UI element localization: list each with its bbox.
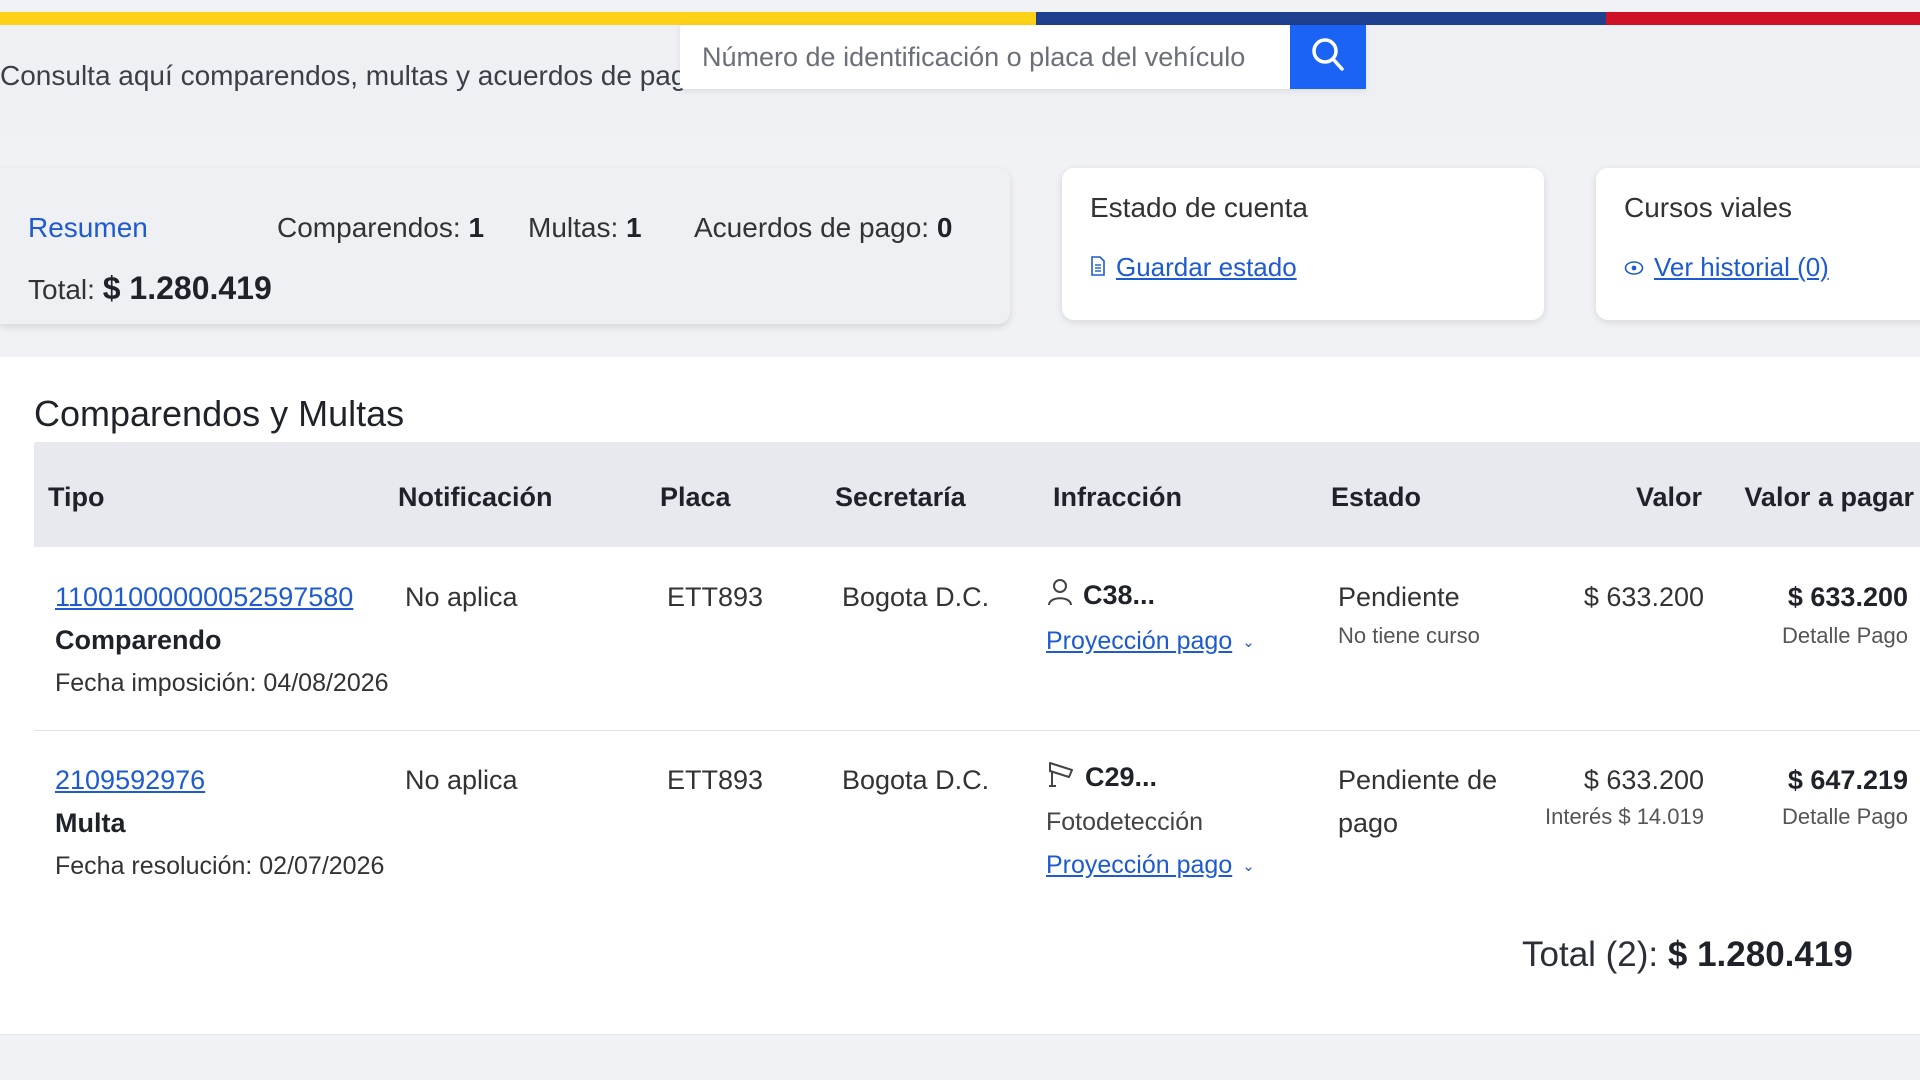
row-valor-pagar: $ 633.200 <box>1787 582 1908 612</box>
row-placa: ETT893 <box>667 765 764 795</box>
header-valor-pagar: Valor a pagar <box>1744 482 1914 512</box>
person-icon <box>1047 577 1073 614</box>
comparendos-label: Comparendos: <box>277 212 461 243</box>
cursos-viales-card: Cursos viales Ver historial (0) <box>1596 168 1920 320</box>
cursos-viales-title: Cursos viales <box>1624 192 1793 223</box>
row-placa: ETT893 <box>667 582 764 612</box>
row-infraccion: C29... <box>1047 759 1157 796</box>
search-button[interactable] <box>1290 25 1366 89</box>
row-estado: Pendiente <box>1338 582 1460 612</box>
acuerdos-count: Acuerdos de pago: 0 <box>694 212 952 244</box>
table-total-label: Total (2): <box>1522 935 1659 974</box>
row-estado-sub: No tiene curso <box>1338 623 1480 648</box>
row-secretaria: Bogota D.C. <box>842 582 990 612</box>
infraccion-code: C38... <box>1083 580 1156 610</box>
camera-icon <box>1047 759 1075 796</box>
chevron-down-icon: ⌄ <box>1242 633 1255 651</box>
ver-historial-label: Ver historial (0) <box>1654 252 1829 282</box>
intro-text: Consulta aquí comparendos, multas y acue… <box>0 60 702 91</box>
header-estado: Estado <box>1331 482 1422 512</box>
document-icon <box>1090 252 1106 283</box>
acuerdos-label: Acuerdos de pago: <box>694 212 930 243</box>
comparendos-count: Comparendos: 1 <box>277 212 484 244</box>
chevron-down-icon: ⌄ <box>1242 857 1255 875</box>
detalle-pago-link[interactable]: Detalle Pago <box>1782 623 1908 649</box>
flag-blue-segment <box>1036 12 1606 25</box>
acuerdos-value: 0 <box>936 212 953 243</box>
search-icon <box>1308 35 1348 80</box>
header-notificacion: Notificación <box>398 482 553 512</box>
header-secretaria: Secretaría <box>835 482 966 512</box>
flag-color-bar <box>0 12 1920 25</box>
search-input[interactable] <box>680 25 1290 89</box>
row-notificacion: No aplica <box>405 765 518 795</box>
summary-total: Total: $ 1.280.419 <box>28 270 272 307</box>
summary-total-value: $ 1.280.419 <box>102 270 272 306</box>
estado-cuenta-card: Estado de cuenta Guardar estado <box>1062 168 1544 320</box>
row-date: Fecha imposición: 04/08/2026 <box>55 669 389 697</box>
proyeccion-pago-toggle[interactable]: Proyección pago ⌄ <box>1046 851 1255 880</box>
row-type: Comparendo <box>55 625 222 655</box>
table-total: Total (2): $ 1.280.419 <box>1522 935 1853 975</box>
header-placa: Placa <box>660 482 731 512</box>
proyeccion-pago-label: Proyección pago <box>1046 627 1233 655</box>
summary-box: Resumen Comparendos: 1 Multas: 1 Acuerdo… <box>0 168 1010 324</box>
row-valor-pagar: $ 647.219 <box>1787 765 1908 795</box>
table-total-value: $ 1.280.419 <box>1667 935 1853 974</box>
estado-cuenta-title: Estado de cuenta <box>1090 192 1308 223</box>
multas-value: 1 <box>626 212 642 243</box>
row-infraccion: C38... <box>1047 577 1155 614</box>
detalle-pago-link[interactable]: Detalle Pago <box>1782 804 1908 830</box>
summary-title-link[interactable]: Resumen <box>28 212 148 244</box>
row-estado-line2: pago <box>1338 808 1399 838</box>
header-infraccion: Infracción <box>1053 482 1183 512</box>
infraccion-code: C29... <box>1085 762 1158 792</box>
header-tipo: Tipo <box>48 482 105 512</box>
guardar-estado-label: Guardar estado <box>1116 252 1297 282</box>
table-header: Tipo Notificación Placa Secretaría Infra… <box>34 442 1920 547</box>
row-interes: Interés $ 14.019 <box>1544 804 1704 829</box>
row-date: Fecha resolución: 02/07/2026 <box>55 852 385 880</box>
comparendo-number-link[interactable]: 11001000000052597580 <box>55 582 353 613</box>
flag-yellow-segment <box>0 12 1036 25</box>
row-valor: $ 633.200 <box>1583 765 1704 795</box>
table-title: Comparendos y Multas <box>34 393 405 434</box>
header-valor: Valor <box>1635 482 1702 512</box>
multas-label: Multas: <box>528 212 619 243</box>
comparendos-value: 1 <box>468 212 485 243</box>
guardar-estado-link[interactable]: Guardar estado <box>1090 252 1297 283</box>
eye-icon <box>1624 252 1644 283</box>
comparendos-panel: Comparendos y Multas Tipo Notificación P… <box>0 357 1920 1035</box>
row-valor: $ 633.200 <box>1583 582 1704 612</box>
infraccion-sub: Fotodetección <box>1046 808 1204 836</box>
row-type: Multa <box>55 808 126 838</box>
row-divider <box>34 730 1920 731</box>
proyeccion-pago-label: Proyección pago <box>1046 851 1233 879</box>
row-notificacion: No aplica <box>405 582 518 612</box>
flag-red-segment <box>1606 12 1920 25</box>
multas-count: Multas: 1 <box>528 212 642 244</box>
search-bar <box>680 25 1366 89</box>
ver-historial-link[interactable]: Ver historial (0) <box>1624 252 1829 283</box>
multa-number-link[interactable]: 2109592976 <box>55 765 205 796</box>
row-secretaria: Bogota D.C. <box>842 765 990 795</box>
proyeccion-pago-toggle[interactable]: Proyección pago ⌄ <box>1046 627 1255 656</box>
summary-total-label: Total: <box>28 274 95 305</box>
row-estado-line1: Pendiente de <box>1338 765 1498 795</box>
